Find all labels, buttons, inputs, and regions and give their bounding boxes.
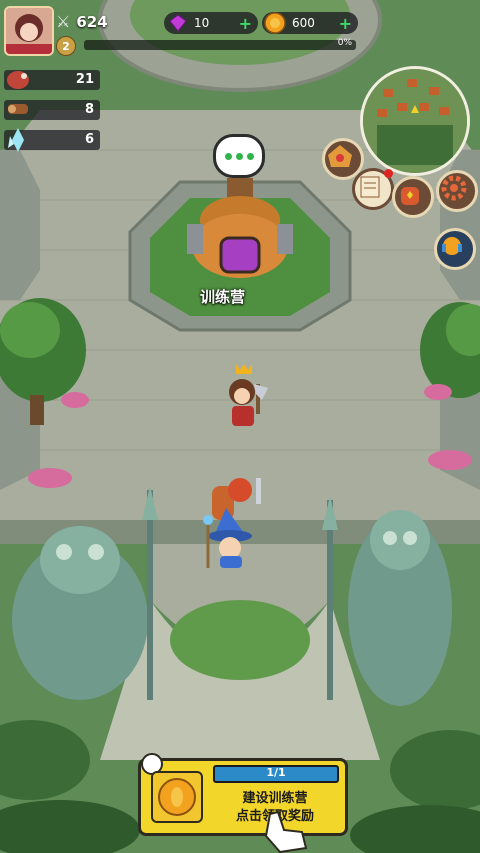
resource-crystal: 6 [4,128,100,152]
heart-house-icon [328,145,352,167]
player-level-badge: 2 [56,36,76,56]
wood-icon [4,96,32,124]
gem-counter: 10 + [164,12,258,34]
add-coins-button[interactable]: + [339,14,352,33]
support-button[interactable] [434,228,476,270]
tap-hand-icon [262,808,312,853]
experience-percent: 0% [337,38,352,48]
meat-icon [4,66,32,94]
training-camp-building[interactable] [185,168,295,280]
gear-icon [441,175,467,201]
gem-value: 10 [194,16,210,30]
resource-wood: 8 [4,100,100,120]
notification-dot [384,169,393,178]
coin-counter: 600 + [262,12,358,34]
resource-meat-value: 21 [75,72,94,87]
headset-icon [442,237,462,255]
scroll-icon [360,176,380,198]
add-gems-button[interactable]: + [239,14,252,33]
resource-meat: 21 [4,70,100,90]
minimap[interactable] [360,66,470,176]
top-hud: 2 ⚔ 624 0% 10 + 600 + [0,0,480,60]
power-value: 624 [76,12,108,31]
mail-button[interactable] [352,168,394,210]
gem-icon [168,13,188,33]
combat-power: ⚔ 624 [56,12,108,31]
resource-wood-value: 8 [84,102,94,117]
quest-reward-panel[interactable]: 1/1 建设训练营 点击领取奖励 [138,753,348,836]
coin-icon [264,12,286,34]
mage-character[interactable] [200,508,262,570]
chat-bubble-icon[interactable] [213,134,265,178]
coin-value: 600 [292,16,315,30]
quest-title: 建设训练营 [242,791,308,806]
sword-icon: ⚔ [56,12,71,31]
backpack-button[interactable] [392,176,434,218]
player-avatar[interactable] [4,6,54,56]
quest-coin-icon [151,771,203,823]
hero-character[interactable] [218,360,270,430]
experience-bar: 0% [84,38,356,50]
backpack-icon [401,187,419,205]
building-label: 训练营 [200,288,246,306]
settings-button[interactable] [436,170,478,212]
quest-progress-bar: 1/1 [213,765,339,783]
quest-progress-text: 1/1 [266,766,286,779]
game-scene[interactable]: 训练营 2 ⚔ 624 0% 10 + 600 + 21 8 6 1/1 建设训… [0,0,480,853]
resource-crystal-value: 6 [84,132,94,147]
crystal-icon [4,126,32,154]
